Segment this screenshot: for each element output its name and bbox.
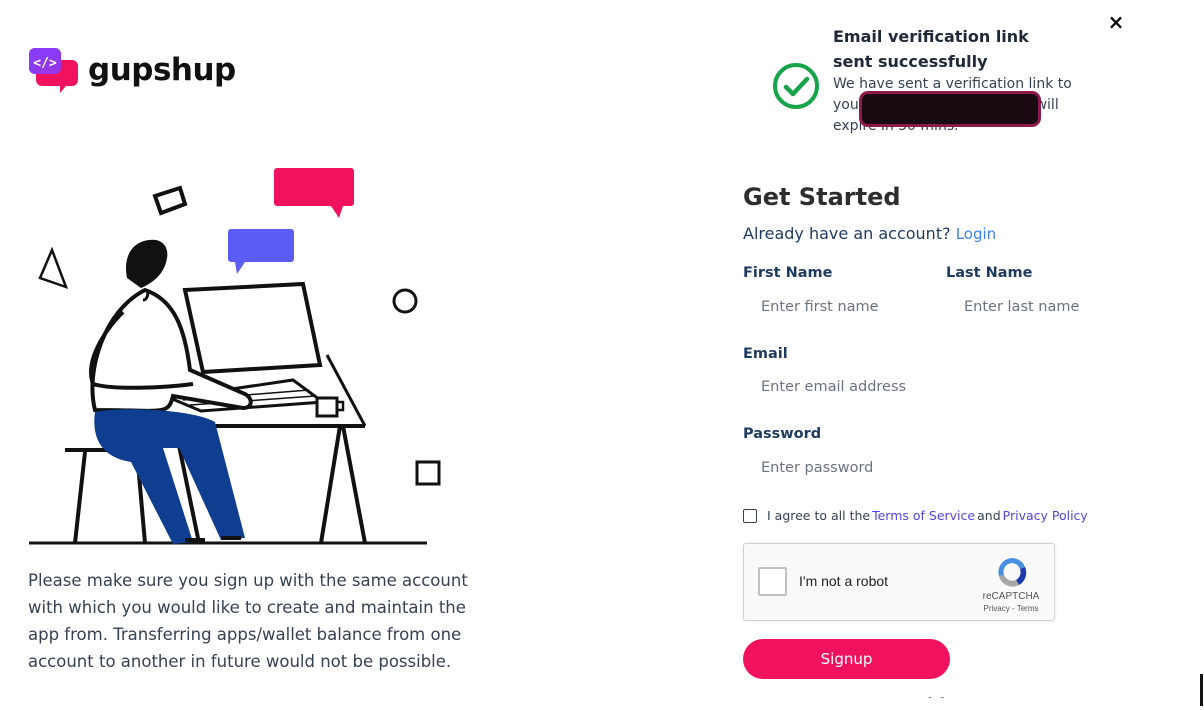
first-name-label: First Name bbox=[743, 265, 833, 281]
person-head bbox=[125, 239, 168, 288]
person-at-desk-illustration bbox=[29, 168, 441, 545]
agree-text: I agree to all the bbox=[767, 508, 871, 523]
password-field[interactable] bbox=[743, 452, 1143, 484]
floating-triangle-shape bbox=[38, 246, 69, 290]
login-prompt: Already have an account? Login bbox=[743, 224, 996, 243]
login-link[interactable]: Login bbox=[956, 225, 996, 243]
brand-logo[interactable]: </> gupshup bbox=[28, 46, 236, 94]
toast-title: Email verification link sent successfull… bbox=[833, 27, 1029, 71]
coffee-cup bbox=[315, 396, 339, 418]
text-cursor-mark bbox=[1200, 674, 1203, 706]
recaptcha-checkbox[interactable] bbox=[758, 567, 787, 596]
and-text: and bbox=[977, 508, 1001, 523]
email-label: Email bbox=[743, 346, 788, 362]
page-title: Get Started bbox=[743, 183, 901, 211]
logo-code-glyph: </> bbox=[33, 56, 57, 71]
last-name-label: Last Name bbox=[946, 265, 1033, 281]
recaptcha-brand: reCAPTCHA bbox=[982, 591, 1040, 602]
privacy-policy-link[interactable]: Privacy Policy bbox=[1003, 508, 1088, 523]
toast-close-icon[interactable]: × bbox=[1106, 10, 1126, 34]
brand-name: gupshup bbox=[88, 52, 236, 88]
account-note: Please make sure you sign up with the sa… bbox=[28, 571, 468, 671]
terms-of-service-link[interactable]: Terms of Service bbox=[872, 508, 975, 523]
login-prompt-text: Already have an account? bbox=[743, 224, 951, 243]
first-name-field[interactable] bbox=[743, 291, 933, 323]
terms-agreement: I agree to all the Terms of Service and … bbox=[743, 508, 1090, 523]
gupshup-logo-icon: </> bbox=[29, 48, 78, 93]
footer-dashes: - - bbox=[928, 690, 947, 704]
last-name-field[interactable] bbox=[946, 291, 1146, 323]
password-label: Password bbox=[743, 426, 822, 442]
floating-diamond-shape bbox=[152, 185, 188, 216]
terms-checkbox[interactable] bbox=[743, 508, 757, 523]
floating-circle-shape bbox=[392, 288, 418, 314]
verification-toast: Email verification link sent successfull… bbox=[772, 24, 1102, 144]
person-legs bbox=[94, 409, 246, 544]
monitor bbox=[182, 281, 323, 375]
recaptcha-widget: I'm not a robot reCAPTCHA Privacy - Term… bbox=[743, 543, 1055, 621]
purple-chat-bubble bbox=[228, 229, 294, 274]
email-field[interactable] bbox=[743, 371, 1143, 403]
pink-chat-bubble bbox=[274, 168, 354, 218]
check-circle-icon bbox=[773, 63, 819, 109]
signup-button[interactable]: Signup bbox=[743, 639, 950, 679]
redaction-overlay bbox=[862, 94, 1038, 124]
floating-square-shape bbox=[415, 460, 441, 486]
recaptcha-logo-icon bbox=[998, 558, 1027, 587]
recaptcha-links[interactable]: Privacy - Terms bbox=[976, 604, 1046, 613]
recaptcha-label: I'm not a robot bbox=[799, 573, 889, 589]
